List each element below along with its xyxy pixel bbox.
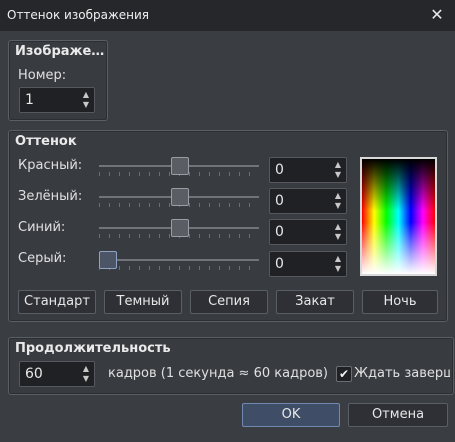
image-group-title: Изображе… xyxy=(15,44,105,59)
image-group: Изображе… Номер: 1 ▲ ▼ xyxy=(8,40,108,121)
duration-group-title: Продолжительность xyxy=(15,341,171,356)
spin-down-icon[interactable]: ▼ xyxy=(333,170,343,180)
close-icon[interactable]: ✕ xyxy=(427,5,447,25)
preset-night-button[interactable]: Ночь xyxy=(362,290,438,314)
wait-label: Ждать заверше xyxy=(354,366,450,381)
frames-hint: кадров (1 секунда ≈ 60 кадров) xyxy=(108,366,329,381)
blue-value: 0 xyxy=(275,224,284,240)
spin-down-icon[interactable]: ▼ xyxy=(81,100,91,110)
duration-group: Продолжительность 60 ▲ ▼ кадров (1 секун… xyxy=(8,337,454,395)
spin-up-icon[interactable]: ▲ xyxy=(81,364,91,374)
preset-sunset-button[interactable]: Закат xyxy=(276,290,354,314)
spin-arrows: ▲ ▼ xyxy=(333,160,343,180)
preset-standard-button[interactable]: Стандарт xyxy=(18,290,96,314)
color-preview-palette xyxy=(360,157,437,276)
window-titlebar: Оттенок изображения ✕ xyxy=(0,0,455,31)
red-spinbox[interactable]: 0 ▲ ▼ xyxy=(269,157,347,183)
gray-slider[interactable] xyxy=(99,249,259,273)
slider-track xyxy=(99,259,259,261)
red-label: Красный: xyxy=(18,158,83,173)
spin-arrows: ▲ ▼ xyxy=(81,364,91,384)
dialog-body: Изображе… Номер: 1 ▲ ▼ Оттенок Красный: … xyxy=(0,31,455,442)
window-title: Оттенок изображения xyxy=(7,8,150,22)
spin-up-icon[interactable]: ▲ xyxy=(333,191,343,201)
spin-arrows: ▲ ▼ xyxy=(333,222,343,242)
spin-down-icon[interactable]: ▼ xyxy=(333,232,343,242)
spin-up-icon[interactable]: ▲ xyxy=(333,160,343,170)
ok-button[interactable]: OK xyxy=(242,403,340,427)
frames-spinbox[interactable]: 60 ▲ ▼ xyxy=(19,361,95,387)
spin-down-icon[interactable]: ▼ xyxy=(333,264,343,274)
preset-dark-button[interactable]: Темный xyxy=(104,290,182,314)
number-label: Номер: xyxy=(18,68,67,83)
slider-handle[interactable] xyxy=(171,188,189,206)
frames-value: 60 xyxy=(25,366,43,382)
blue-label: Синий: xyxy=(18,220,66,235)
slider-handle[interactable] xyxy=(171,219,189,237)
cancel-button[interactable]: Отмена xyxy=(348,403,448,427)
spin-up-icon[interactable]: ▲ xyxy=(333,222,343,232)
tint-group: Оттенок Красный: 0 ▲ ▼ Зелёный: 0 ▲ ▼ Си… xyxy=(8,130,448,322)
spin-arrows: ▲ ▼ xyxy=(81,90,91,110)
number-spinbox[interactable]: 1 ▲ ▼ xyxy=(19,87,95,113)
number-value: 1 xyxy=(25,92,34,108)
slider-handle[interactable] xyxy=(171,157,189,175)
gray-value: 0 xyxy=(275,256,284,272)
gray-spinbox[interactable]: 0 ▲ ▼ xyxy=(269,251,347,277)
green-slider[interactable] xyxy=(99,186,259,210)
spin-arrows: ▲ ▼ xyxy=(333,254,343,274)
green-label: Зелёный: xyxy=(18,189,83,204)
slider-handle[interactable] xyxy=(99,251,117,269)
red-value: 0 xyxy=(275,162,284,178)
preset-sepia-button[interactable]: Сепия xyxy=(190,290,268,314)
blue-slider[interactable] xyxy=(99,217,259,241)
spin-down-icon[interactable]: ▼ xyxy=(81,374,91,384)
green-value: 0 xyxy=(275,193,284,209)
spin-down-icon[interactable]: ▼ xyxy=(333,201,343,211)
spin-arrows: ▲ ▼ xyxy=(333,191,343,211)
slider-ticks xyxy=(99,266,259,270)
spin-up-icon[interactable]: ▲ xyxy=(333,254,343,264)
red-slider[interactable] xyxy=(99,155,259,179)
blue-spinbox[interactable]: 0 ▲ ▼ xyxy=(269,219,347,245)
spin-up-icon[interactable]: ▲ xyxy=(81,90,91,100)
gray-label: Серый: xyxy=(18,251,67,266)
green-spinbox[interactable]: 0 ▲ ▼ xyxy=(269,188,347,214)
wait-checkbox[interactable]: ✔ xyxy=(336,366,352,382)
tint-group-title: Оттенок xyxy=(15,134,77,149)
